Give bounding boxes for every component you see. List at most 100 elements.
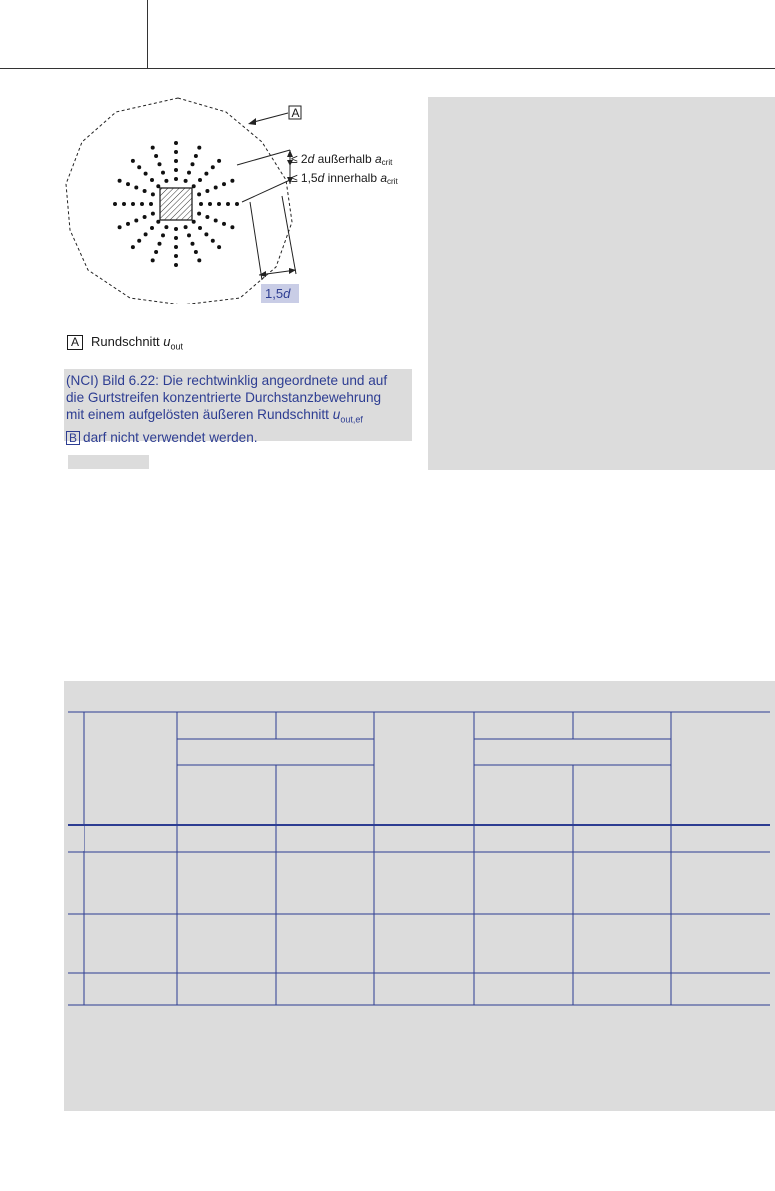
column-section (159, 187, 193, 221)
reinforcement-dot (174, 245, 178, 249)
nci-line-2: die Gurtstreifen konzentrierte Durchstan… (66, 390, 382, 405)
reinforcement-dot (134, 185, 139, 190)
reinforcement-dot (210, 165, 215, 170)
table-grid (68, 711, 770, 1006)
reinforcement-dot (174, 150, 178, 154)
reinforcement-dot (174, 141, 178, 145)
reinforcement-dot (137, 165, 142, 170)
legend-text: Rundschnitt (91, 334, 164, 349)
reinforcement-dot (187, 233, 191, 238)
reinforcement-dot (190, 162, 195, 167)
reinforcement-dot (204, 232, 209, 237)
dim-arrow-left (259, 271, 266, 277)
reinforcement-dot (193, 154, 198, 158)
callout-arrowhead (248, 118, 256, 125)
reinforcement-dot (140, 202, 144, 206)
nci-line-3: mit einem aufgelösten äußeren Rundschnit… (66, 406, 412, 429)
margin-note-panel (428, 97, 775, 470)
reinforcement-dot (150, 192, 155, 197)
reinforcement-dot (164, 225, 169, 230)
reinforcement-dot (217, 245, 222, 250)
reinforcement-dot (222, 221, 226, 226)
reinforcement-dot (156, 184, 161, 189)
reinforcement-dot (217, 158, 222, 163)
punching-shear-figure: A ≤ 2d außerhalb acrit ≤ 1,5d innerhalb … (60, 92, 420, 304)
legend-variable: u (163, 334, 171, 349)
reinforcement-dot (154, 154, 159, 158)
reinforcement-dot (150, 145, 155, 150)
reinforcement-dot (193, 250, 198, 254)
reinforcement-dot (222, 182, 226, 187)
reinforcement-dot (126, 221, 130, 226)
reinforcement-dot (174, 263, 178, 267)
reinforcement-dot (197, 258, 202, 263)
reinforcement-dot (217, 202, 221, 206)
dim-label-lower: ≤ 1,5d innerhalb acrit (291, 171, 398, 186)
reinforcement-dot (190, 241, 195, 246)
reinforcement-dot (199, 202, 203, 206)
legend-key-a: A (67, 335, 84, 350)
dim-line-upper (236, 149, 291, 166)
reinforcement-dot (191, 219, 196, 224)
reinforcement-dot (149, 202, 153, 206)
reinforcement-dot (191, 184, 196, 189)
reinforcement-dot (161, 170, 165, 175)
reinforcement-dot (187, 170, 191, 175)
reinforcement-dot (183, 178, 188, 183)
nci-note-panel: (NCI) Bild 6.22: Die rechtwinklig angeor… (64, 369, 412, 445)
reinforcement-dot (174, 254, 178, 258)
reinforcement-dot (235, 202, 239, 206)
reinforcement-dot (142, 189, 147, 193)
reinforcement-dot (210, 238, 215, 243)
reinforcement-dot (131, 202, 135, 206)
nci-line-4-text: darf nicht verwendet werden. (83, 429, 258, 445)
reinforcement-dot (230, 225, 235, 230)
reinforcement-dot (117, 225, 122, 230)
reinforcement-dot (230, 178, 235, 183)
reinforcement-dot (197, 145, 202, 150)
reinforcement-dot (154, 250, 159, 254)
nci-line-4: Bdarf nicht verwendet werden. (66, 429, 412, 446)
figure-drawing: A ≤ 2d außerhalb acrit ≤ 1,5d innerhalb … (65, 97, 398, 304)
dim-extension-left (249, 201, 263, 281)
reinforcement-dot (142, 215, 147, 219)
reinforcement-dot (150, 258, 155, 263)
reinforcement-dot (174, 177, 178, 181)
reinforcement-dot (205, 215, 210, 219)
reinforcement-dot (174, 159, 178, 163)
reinforcement-dot (157, 162, 162, 167)
header-rule (0, 68, 775, 69)
reinforcement-dot (174, 227, 178, 231)
reinforcement-dot (213, 185, 218, 190)
callout-label-a: A (292, 106, 300, 120)
dim-extension-right (281, 195, 297, 275)
reinforcement-dot (174, 168, 178, 172)
dim-label-upper: ≤ 2d außerhalb acrit (291, 152, 393, 167)
reinforcement-dot (204, 171, 209, 176)
reinforcement-dot (208, 202, 212, 206)
reinforcement-dot (197, 211, 202, 216)
reinforcement-dot (226, 202, 230, 206)
reinforcement-dot (156, 219, 161, 224)
nci-line-1: (NCI) Bild 6.22: Die rechtwinklig angeor… (66, 373, 388, 388)
reinforcement-dot (183, 225, 188, 230)
reinforcement-dot (150, 178, 154, 182)
reinforcement-dot (130, 245, 135, 250)
reinforcement-dot (122, 202, 126, 206)
legend-subscript: out (170, 341, 184, 352)
nci-key-b: B (66, 430, 81, 445)
reinforcement-dot (126, 182, 130, 187)
figure-caption-placeholder (68, 455, 149, 469)
reinforcement-dot (197, 192, 202, 197)
reinforcement-dot (137, 238, 142, 243)
reinforcement-dot (161, 233, 165, 238)
reinforcement-dot (134, 218, 139, 223)
reinforcement-dot (198, 226, 202, 230)
reinforcement-dot (157, 241, 162, 246)
reinforcement-dot (164, 178, 169, 183)
reinforcement-dot (117, 178, 122, 183)
dim-label-bottom: 1,5d (265, 286, 291, 301)
reinforcement-dot (143, 171, 148, 176)
reinforcement-dot (150, 226, 154, 230)
reinforcement-dot (174, 236, 178, 240)
